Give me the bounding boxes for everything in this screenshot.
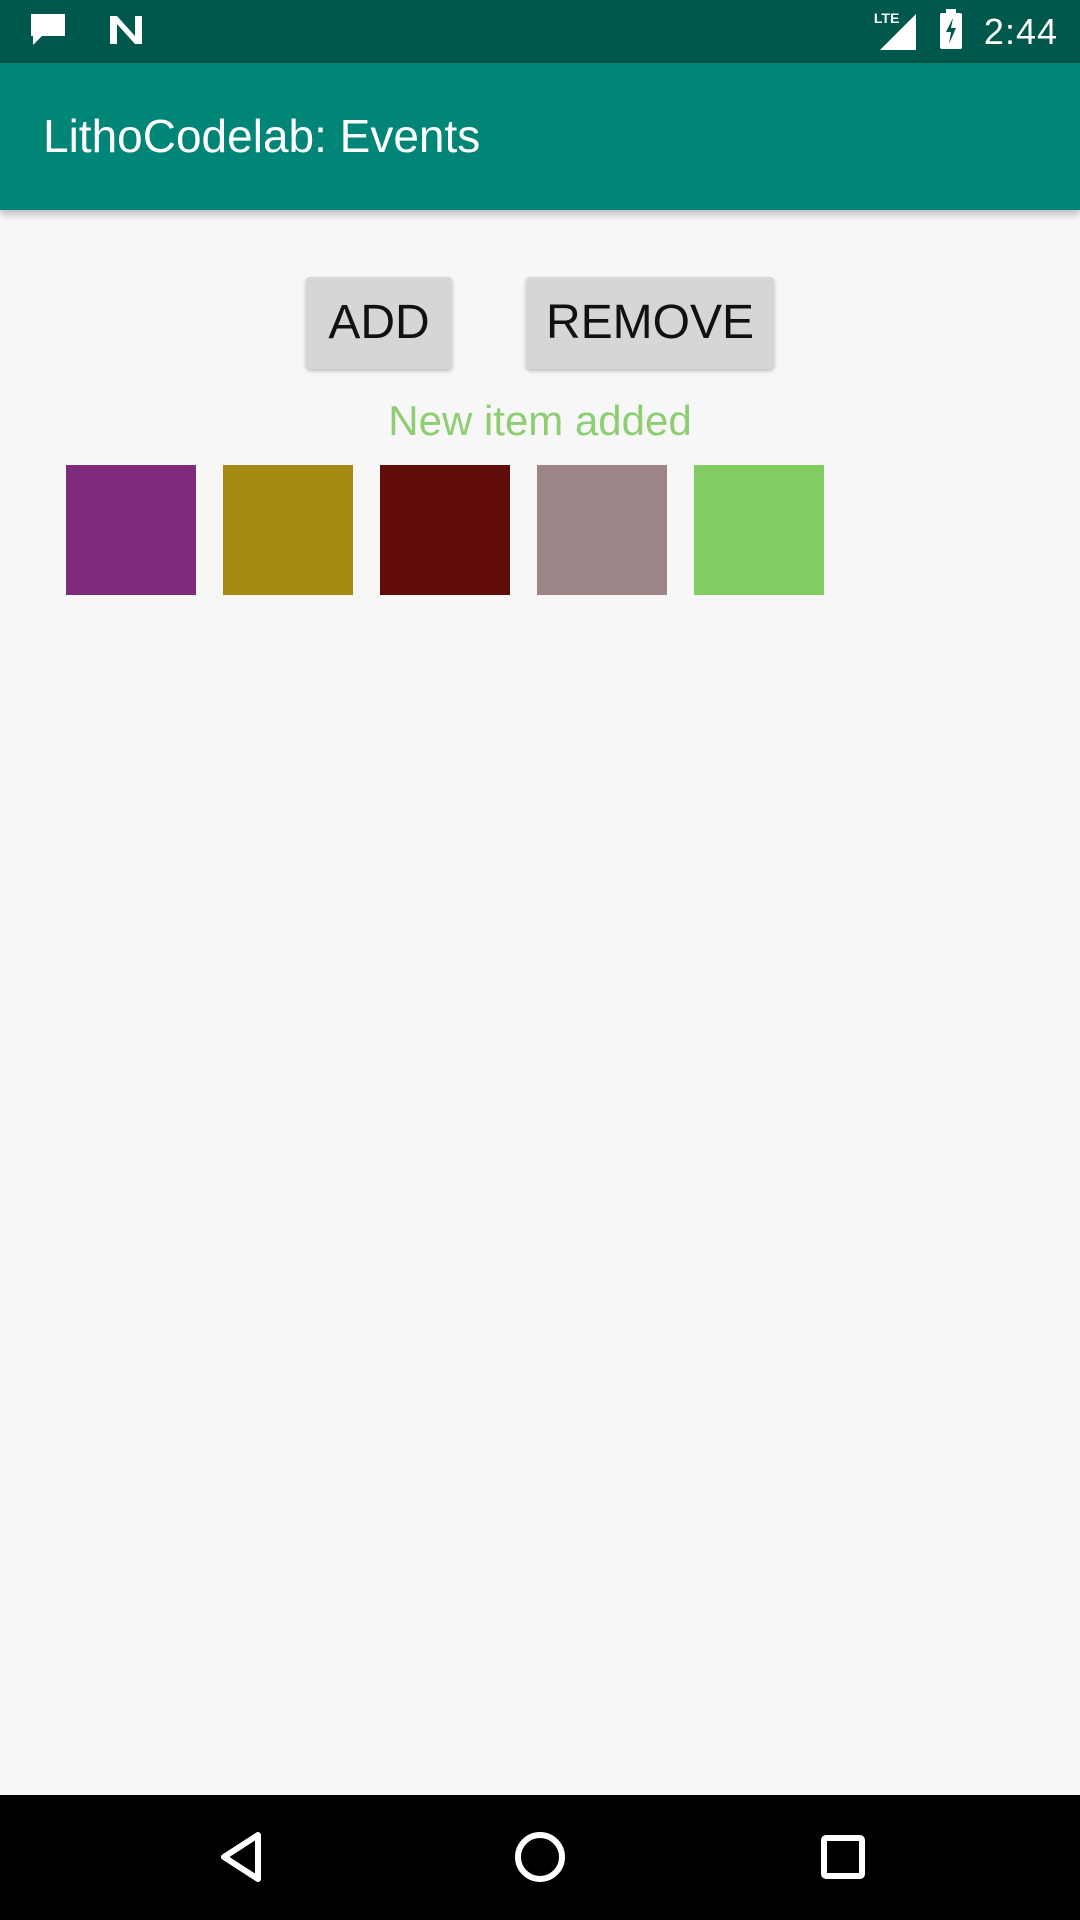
n-logo-icon	[108, 14, 144, 51]
color-item-list	[66, 465, 824, 595]
color-square	[380, 465, 510, 595]
status-bar: LTE 2:44	[0, 0, 1080, 63]
app-bar: LithoCodelab: Events	[0, 63, 1080, 210]
back-icon[interactable]	[212, 1827, 272, 1887]
color-square	[66, 465, 196, 595]
color-square	[537, 465, 667, 595]
navigation-bar	[0, 1795, 1080, 1920]
add-button[interactable]: ADD	[306, 277, 452, 369]
color-square	[694, 465, 824, 595]
app-title: LithoCodelab: Events	[43, 110, 481, 162]
color-square	[223, 465, 353, 595]
clock: 2:44	[983, 10, 1058, 52]
home-icon[interactable]	[510, 1827, 570, 1887]
recents-icon[interactable]	[813, 1827, 873, 1887]
battery-charging-icon	[939, 9, 962, 54]
signal-icon: LTE	[874, 10, 918, 52]
status-message: New item added	[388, 397, 692, 444]
main-content: ADD REMOVE New item added	[0, 210, 1080, 1795]
network-type-label: LTE	[873, 9, 900, 26]
message-icon	[28, 12, 68, 53]
remove-button[interactable]: REMOVE	[526, 277, 774, 369]
